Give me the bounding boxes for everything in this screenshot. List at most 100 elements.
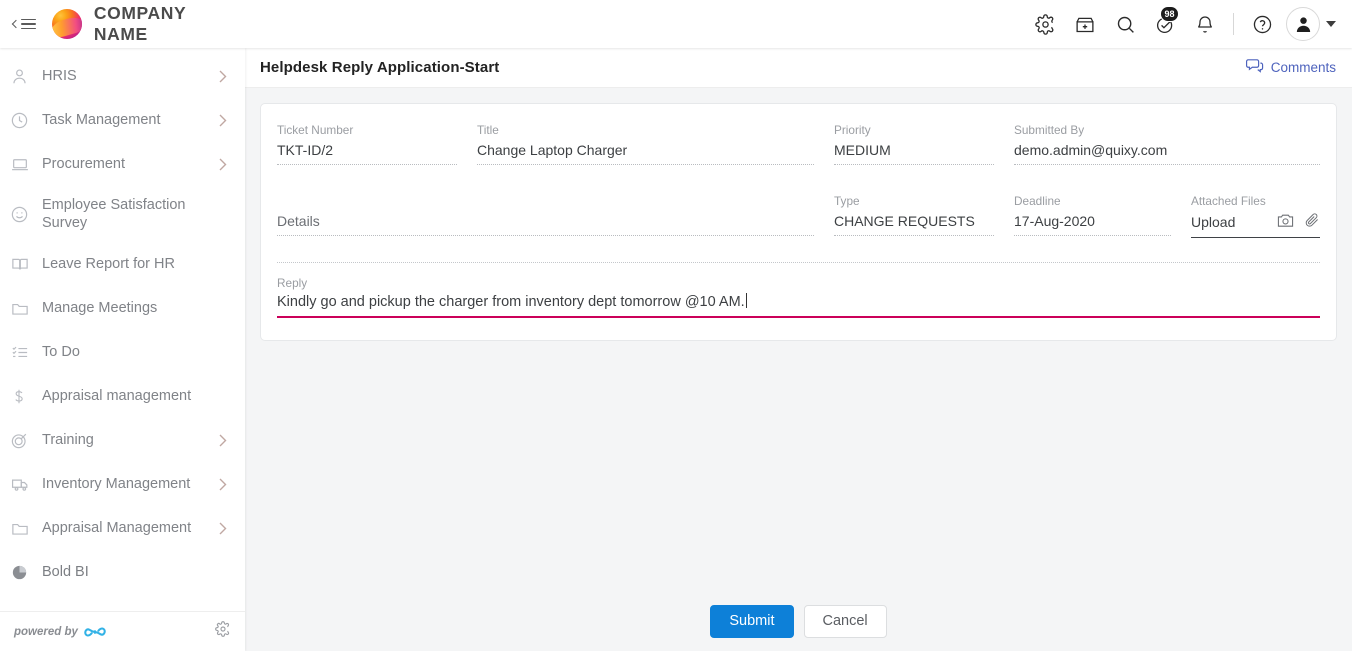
form-card-area: Ticket Number TKT-ID/2 Title Change Lapt…	[245, 88, 1352, 341]
text-cursor	[745, 293, 747, 308]
upload-label: Upload	[1191, 214, 1236, 230]
avatar[interactable]	[1286, 7, 1320, 41]
sidebar-item-leave-report-for-hr[interactable]: Leave Report for HR	[0, 242, 245, 286]
field-label: Title	[477, 123, 499, 137]
tasks-icon[interactable]: 98	[1145, 0, 1185, 48]
field-label: Ticket Number	[277, 123, 354, 137]
sidebar-item-appraisal-management[interactable]: Appraisal Management	[0, 506, 245, 550]
field-details: Details	[277, 187, 814, 238]
target-icon	[10, 427, 40, 453]
field-type: Type CHANGE REQUESTS	[834, 187, 994, 238]
type-value[interactable]: CHANGE REQUESTS	[834, 212, 994, 236]
checklist-icon	[10, 339, 40, 365]
ticket-number-value[interactable]: TKT-ID/2	[277, 141, 457, 165]
priority-value[interactable]: MEDIUM	[834, 141, 994, 165]
sidebar-item-task-management[interactable]: Task Management	[0, 98, 245, 142]
field-label: Reply	[277, 276, 308, 290]
sidebar-item-inventory-management[interactable]: Inventory Management	[0, 462, 245, 506]
sidebar-item-bold-bi[interactable]: Bold BI	[0, 550, 245, 594]
main-content: Helpdesk Reply Application-Start Comment…	[245, 48, 1352, 651]
sidebar-footer: powered by	[0, 611, 245, 651]
sidebar-nav: HRIS Task Management Procurement Employe…	[0, 48, 245, 611]
ticket-form-card: Ticket Number TKT-ID/2 Title Change Lapt…	[260, 103, 1337, 341]
top-bar-left: COMPANY NAME	[0, 0, 245, 48]
field-reply: Reply Kindly go and pickup the charger f…	[277, 275, 1320, 318]
company-logo-icon	[51, 9, 82, 39]
paperclip-icon[interactable]	[1304, 212, 1320, 233]
sidebar-item-label: To Do	[42, 343, 80, 360]
laptop-icon	[10, 151, 40, 177]
sidebar-item-label: Employee Satisfaction Survey	[42, 196, 186, 231]
search-icon[interactable]	[1105, 0, 1145, 48]
chevron-right-icon	[219, 70, 231, 83]
form-action-bar: Submit Cancel	[245, 591, 1352, 651]
sidebar-item-appraisal-management-lower[interactable]: Appraisal management	[0, 374, 245, 418]
page-header: Helpdesk Reply Application-Start Comment…	[245, 48, 1352, 88]
sidebar-item-label: Leave Report for HR	[42, 255, 175, 272]
form-row-1: Ticket Number TKT-ID/2 Title Change Lapt…	[277, 116, 1320, 167]
sidebar-item-procurement[interactable]: Procurement	[0, 142, 245, 186]
clock-icon	[10, 107, 40, 133]
camera-icon[interactable]	[1277, 213, 1294, 233]
company-logo[interactable]: COMPANY NAME	[51, 3, 245, 45]
top-bar: COMPANY NAME 98	[0, 0, 1352, 48]
toolbar-divider	[1233, 13, 1234, 35]
settings-icon[interactable]	[1025, 0, 1065, 48]
field-label: Priority	[834, 123, 871, 137]
sidebar-gear-icon[interactable]	[215, 621, 231, 642]
folder-icon	[10, 515, 40, 541]
field-priority: Priority MEDIUM	[834, 116, 994, 167]
reply-input[interactable]: Kindly go and pickup the charger from in…	[277, 293, 1320, 318]
collapse-menu-icon[interactable]	[12, 12, 36, 36]
form-row-2: Details Type CHANGE REQUESTS Deadline 17…	[277, 187, 1320, 240]
reply-text: Kindly go and pickup the charger from in…	[277, 294, 745, 310]
comments-button[interactable]: Comments	[1245, 58, 1336, 77]
submit-button[interactable]: Submit	[710, 604, 794, 638]
application-root: COMPANY NAME 98 HRIS Task Management Pro…	[0, 0, 1352, 651]
body: HRIS Task Management Procurement Employe…	[0, 48, 1352, 651]
attached-files-control[interactable]: Upload	[1191, 212, 1320, 238]
store-icon[interactable]	[1065, 0, 1105, 48]
sidebar-item-label: HRIS	[42, 67, 77, 84]
sidebar-item-label: Task Management	[42, 111, 161, 128]
field-label: Type	[834, 194, 860, 208]
title-value[interactable]: Change Laptop Charger	[477, 141, 814, 165]
field-label: Attached Files	[1191, 194, 1266, 208]
sidebar-item-label: Manage Meetings	[42, 299, 158, 316]
sidebar-item-employee-satisfaction-survey[interactable]: Employee Satisfaction Survey	[0, 186, 245, 242]
chevron-right-icon	[219, 158, 231, 171]
book-icon	[10, 251, 40, 277]
quixy-logo-icon	[84, 625, 106, 639]
powered-by-label: powered by	[14, 625, 78, 638]
chevron-right-icon	[219, 478, 231, 491]
form-divider	[277, 262, 1320, 263]
user-icon	[10, 63, 40, 89]
field-ticket-number: Ticket Number TKT-ID/2	[277, 116, 457, 167]
help-icon[interactable]	[1242, 0, 1282, 48]
sidebar-item-hris[interactable]: HRIS	[0, 54, 245, 98]
comments-label: Comments	[1270, 60, 1336, 75]
sidebar-item-label: Bold BI	[42, 563, 89, 580]
sidebar-item-to-do[interactable]: To Do	[0, 330, 245, 374]
truck-icon	[10, 471, 40, 497]
field-deadline: Deadline 17-Aug-2020	[1014, 187, 1171, 238]
dollar-icon	[10, 383, 40, 409]
deadline-value[interactable]: 17-Aug-2020	[1014, 212, 1171, 236]
bell-icon[interactable]	[1185, 0, 1225, 48]
sidebar-item-training[interactable]: Training	[0, 418, 245, 462]
sidebar-item-label: Training	[42, 431, 94, 448]
field-submitted-by: Submitted By demo.admin@quixy.com	[1014, 116, 1320, 167]
chevron-right-icon	[219, 434, 231, 447]
sidebar-item-label: Inventory Management	[42, 475, 191, 492]
cancel-button[interactable]: Cancel	[803, 604, 887, 638]
field-title: Title Change Laptop Charger	[477, 116, 814, 167]
field-attached-files: Attached Files Upload	[1191, 187, 1320, 240]
sidebar-item-manage-meetings[interactable]: Manage Meetings	[0, 286, 245, 330]
comments-icon	[1245, 58, 1264, 77]
page-title: Helpdesk Reply Application-Start	[260, 59, 500, 76]
field-label: Submitted By	[1014, 123, 1085, 137]
details-label[interactable]: Details	[277, 212, 814, 236]
sidebar-item-label: Appraisal management	[42, 387, 192, 404]
submitted-by-value[interactable]: demo.admin@quixy.com	[1014, 141, 1320, 165]
account-menu-chevron-down-icon[interactable]	[1320, 0, 1342, 48]
